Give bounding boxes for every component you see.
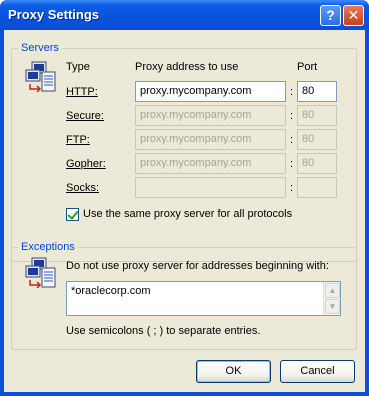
- same-proxy-label[interactable]: Use the same proxy server for all protoc…: [83, 208, 292, 220]
- cancel-button[interactable]: Cancel: [280, 360, 355, 383]
- column-address-header: Proxy address to use: [135, 61, 239, 73]
- gopher-colon: :: [290, 158, 294, 170]
- close-button[interactable]: ✕: [343, 5, 364, 26]
- servers-group-title: Servers: [18, 42, 62, 54]
- socks-address-input[interactable]: [135, 177, 286, 198]
- exceptions-value: *oraclecorp.com: [71, 285, 151, 297]
- same-proxy-checkbox[interactable]: [66, 208, 79, 221]
- socks-colon: :: [290, 182, 294, 194]
- network-computers-icon: [25, 257, 56, 289]
- ftp-address-input[interactable]: proxy.mycompany.com: [135, 129, 286, 150]
- column-type-header: Type: [66, 61, 90, 73]
- title-bar[interactable]: Proxy Settings ? ✕: [0, 0, 369, 30]
- window-title: Proxy Settings: [8, 7, 100, 22]
- exceptions-textarea[interactable]: *oraclecorp.com ▲ ▼: [66, 281, 341, 316]
- gopher-label: Gopher:: [66, 158, 106, 170]
- secure-colon: :: [290, 110, 294, 122]
- secure-port-input[interactable]: 80: [297, 105, 337, 126]
- http-label: HTTP:: [66, 86, 98, 98]
- ftp-colon: :: [290, 134, 294, 146]
- help-button[interactable]: ?: [320, 5, 341, 26]
- ftp-port-input[interactable]: 80: [297, 129, 337, 150]
- socks-label: Socks:: [66, 182, 100, 194]
- proxy-settings-window: Proxy Settings ? ✕ Servers Type Proxy ad…: [0, 0, 369, 396]
- secure-label: Secure:: [66, 110, 104, 122]
- scroll-down-icon[interactable]: ▼: [325, 299, 340, 314]
- network-computers-icon: [25, 61, 56, 93]
- column-port-header: Port: [297, 61, 318, 73]
- gopher-port-input[interactable]: 80: [297, 153, 337, 174]
- http-port-input[interactable]: 80: [297, 81, 337, 102]
- scroll-up-icon[interactable]: ▲: [325, 283, 340, 298]
- exceptions-scrollbar[interactable]: ▲ ▼: [323, 282, 340, 315]
- secure-address-input[interactable]: proxy.mycompany.com: [135, 105, 286, 126]
- ok-button[interactable]: OK: [196, 360, 271, 383]
- socks-port-input[interactable]: [297, 177, 337, 198]
- http-address-input[interactable]: proxy.mycompany.com: [135, 81, 286, 102]
- exceptions-description: Do not use proxy server for addresses be…: [66, 260, 329, 272]
- exceptions-group-title: Exceptions: [18, 241, 78, 253]
- gopher-address-input[interactable]: proxy.mycompany.com: [135, 153, 286, 174]
- ftp-label: FTP:: [66, 134, 90, 146]
- exceptions-hint: Use semicolons ( ; ) to separate entries…: [66, 325, 261, 337]
- dialog-body: Servers Type Proxy address to use Port H…: [4, 30, 365, 392]
- http-colon: :: [290, 86, 294, 98]
